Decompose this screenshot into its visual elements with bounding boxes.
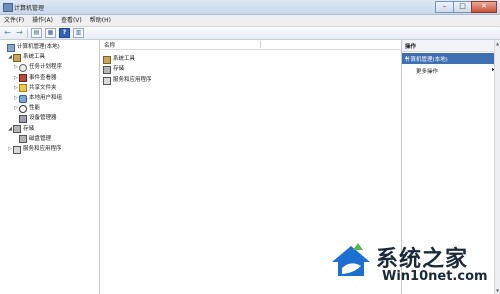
actions-section[interactable]: 计算机管理(本地) ▴ [402, 53, 500, 64]
actions-title: 操作 [405, 44, 417, 50]
show-action-pane-icon[interactable]: ▥ [73, 28, 84, 38]
window-controls: – □ ✕ [435, 1, 497, 13]
watermark: 系统之家 Win10net.com [326, 236, 500, 294]
tree-item[interactable]: ▷ 本地用户和组 [13, 94, 62, 103]
column-divider[interactable] [260, 41, 261, 48]
menu-view[interactable]: 查看(V) [57, 15, 86, 26]
storage-icon [103, 65, 111, 74]
house-logo-icon [332, 243, 370, 276]
toolbar-separator [27, 28, 28, 38]
tree-item[interactable]: ▷ 事件查看器 [13, 74, 57, 83]
list-item[interactable]: 存储 [103, 65, 124, 74]
tree-item[interactable]: ▷ 性能 [13, 104, 40, 113]
tree-item-label: 性能 [29, 105, 41, 112]
list-item-label: 系统工具 [113, 56, 136, 62]
tree-item-label: 任务计划程序 [29, 64, 63, 71]
services-icon [13, 145, 21, 154]
watermark-url: Win10net.com [382, 269, 488, 284]
menu-help[interactable]: 帮助(H) [86, 15, 115, 26]
list-item[interactable]: 服务和应用程序 [103, 76, 152, 85]
properties-icon[interactable]: ▦ [45, 28, 56, 38]
show-hide-tree-icon[interactable]: ▤ [31, 28, 42, 38]
help-icon[interactable]: ? [59, 28, 70, 38]
clock-icon [19, 63, 27, 72]
services-icon [103, 76, 111, 85]
actions-header: 操作 [402, 40, 500, 52]
column-header-label: 名称 [104, 43, 116, 49]
forward-button[interactable]: → [15, 29, 24, 37]
storage-icon [13, 125, 21, 134]
disk-icon [19, 135, 27, 144]
tree-item-label: 存储 [23, 125, 35, 132]
list-item-label: 存储 [113, 66, 125, 72]
device-icon [19, 114, 27, 123]
maximize-button[interactable]: □ [453, 1, 472, 13]
tools-icon [103, 55, 111, 64]
menu-bar: 文件(F) 操作(A) 查看(V) 帮助(H) [0, 15, 500, 27]
performance-icon [19, 104, 27, 113]
close-button[interactable]: ✕ [471, 1, 497, 13]
tree-item-label: 磁盘管理 [29, 135, 52, 142]
console-tree: 计算机管理(本地) ◢ 系统工具 ▷ 任务计划程序 ▷ 事件查看器 ▷ 共享文件夹 ▷ 本地用户和组… [0, 40, 100, 294]
tree-item[interactable]: ◢ 存储 [7, 125, 34, 134]
menu-action[interactable]: 操作(A) [28, 15, 57, 26]
list-item[interactable]: 系统工具 [103, 55, 135, 64]
window-title: 计算机管理 [14, 5, 45, 12]
tree-item[interactable]: 计算机管理(本地) [1, 43, 60, 52]
folder-icon [19, 84, 27, 93]
tools-icon [13, 53, 21, 62]
column-header-name[interactable]: 名称 [100, 40, 401, 50]
tree-item-label: 服务和应用程序 [23, 146, 62, 152]
minimize-button[interactable]: – [435, 1, 454, 13]
menu-file[interactable]: 文件(F) [0, 15, 28, 26]
event-icon [19, 74, 27, 83]
tree-item-label: 共享文件夹 [29, 84, 57, 91]
back-button[interactable]: ← [3, 29, 12, 37]
computer-icon [7, 43, 15, 52]
tree-item-label: 事件查看器 [29, 74, 57, 81]
tree-item[interactable]: 设备管理器 [13, 114, 57, 123]
tree-item-label: 计算机管理(本地) [17, 44, 60, 50]
tree-item[interactable]: ▷ 任务计划程序 [13, 63, 62, 72]
tree-item[interactable]: ▷ 共享文件夹 [13, 84, 57, 93]
tree-item-label: 本地用户和组 [29, 95, 63, 101]
tree-item[interactable]: ▷ 服务和应用程序 [7, 145, 62, 154]
tree-item[interactable]: 磁盘管理 [13, 135, 51, 144]
computer-management-icon [3, 3, 13, 12]
list-item-label: 服务和应用程序 [113, 77, 152, 83]
scroll-up-icon[interactable]: ▲ [495, 41, 500, 46]
tree-item-label: 设备管理器 [29, 115, 57, 122]
more-actions-item[interactable]: 更多操作 [416, 67, 438, 75]
tree-item[interactable]: ◢ 系统工具 [7, 53, 45, 62]
tree-item-label: 系统工具 [23, 54, 46, 61]
collapse-icon[interactable]: ▴ [405, 54, 497, 61]
title-bar: 计算机管理 – □ ✕ [0, 0, 500, 15]
users-icon [19, 94, 27, 103]
toolbar: ← → ▤ ▦ ? ▥ [0, 27, 500, 40]
